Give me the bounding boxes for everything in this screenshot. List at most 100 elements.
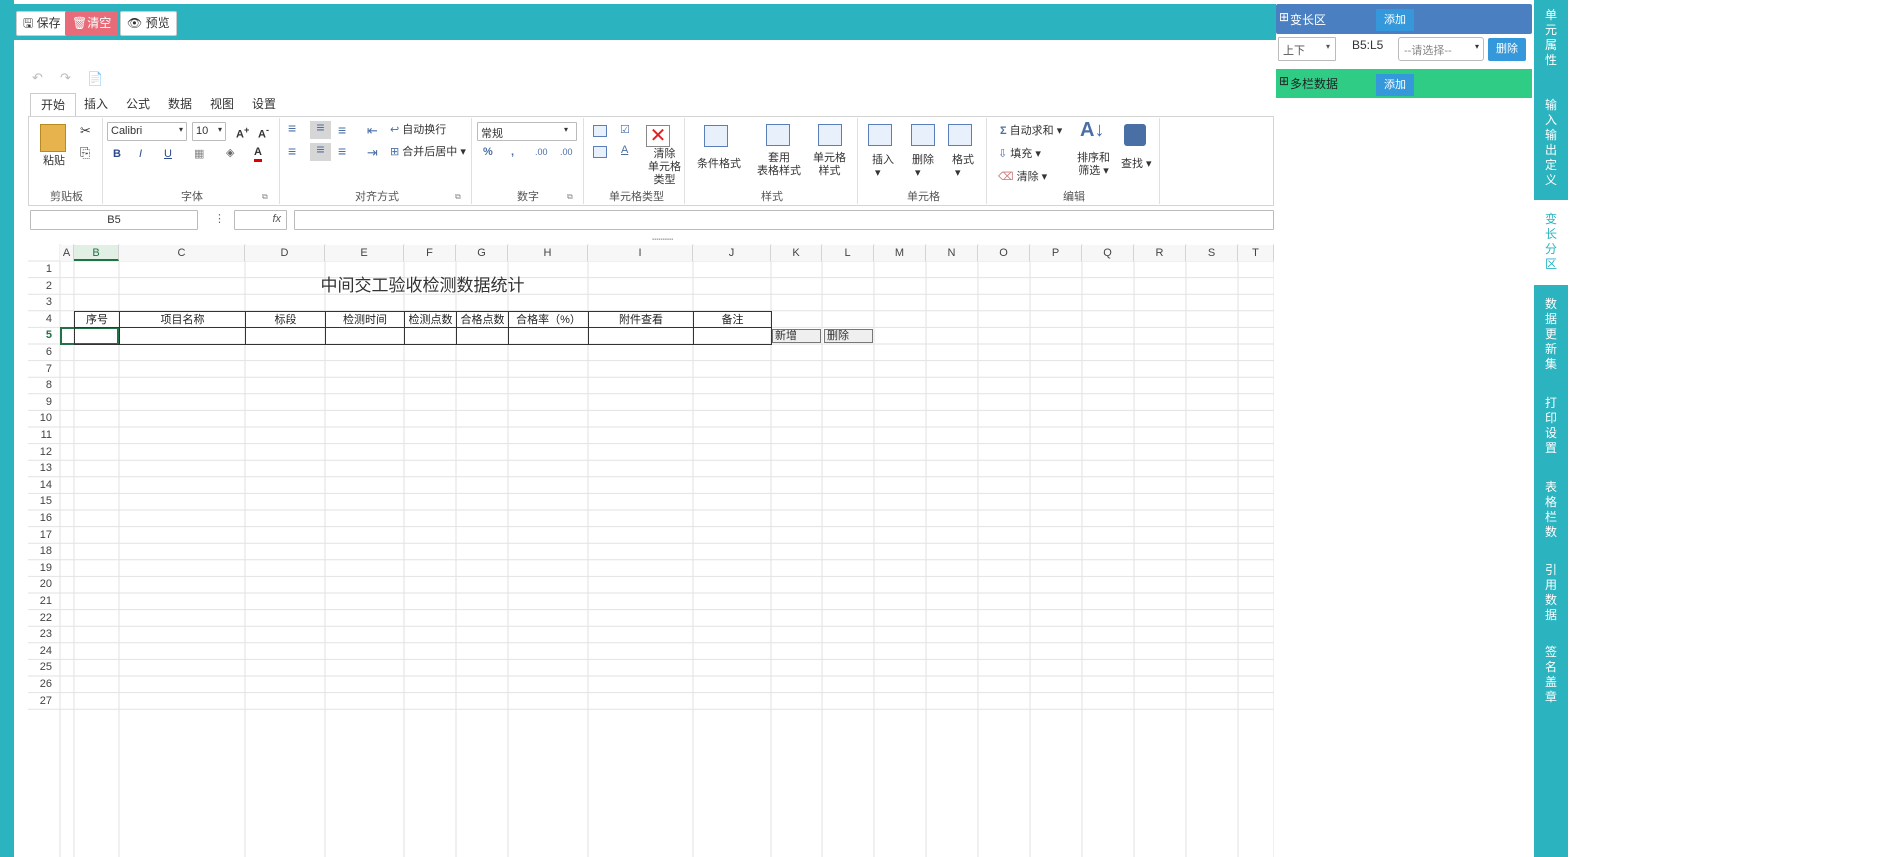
table-data-cell[interactable] <box>588 327 694 345</box>
column-header-j[interactable]: J <box>693 245 771 261</box>
side-tab-signature[interactable]: 签名盖章 <box>1534 637 1568 717</box>
increase-decimal-icon[interactable]: .00 <box>535 146 548 159</box>
row-header-3[interactable]: 3 <box>28 294 60 311</box>
column-header-d[interactable]: D <box>245 245 325 261</box>
column-header-i[interactable]: I <box>588 245 693 261</box>
fx-button[interactable]: fx <box>234 210 287 230</box>
increase-font-icon[interactable]: A+ <box>236 124 249 142</box>
autosum-button[interactable]: Σ 自动求和 ▾ <box>1000 125 1062 138</box>
redo-icon[interactable]: ↷ <box>60 70 71 86</box>
column-header-o[interactable]: O <box>978 245 1030 261</box>
expand-icon[interactable]: ⊞ <box>1279 10 1289 24</box>
sort-filter-icon[interactable]: A↓ <box>1080 120 1104 140</box>
table-data-cell[interactable] <box>74 327 120 345</box>
row-header-8[interactable]: 8 <box>28 377 60 394</box>
new-sheet-icon[interactable]: 📄 <box>87 71 103 87</box>
row-header-13[interactable]: 13 <box>28 460 60 477</box>
row-header-10[interactable]: 10 <box>28 410 60 427</box>
table-header-cell[interactable]: 检测点数 <box>404 310 457 329</box>
table-header-cell[interactable]: 备注 <box>693 310 772 329</box>
row-header-9[interactable]: 9 <box>28 394 60 411</box>
insert-cells-icon[interactable] <box>868 124 892 146</box>
format-cells-icon[interactable] <box>948 124 972 146</box>
decrease-font-icon[interactable]: A- <box>258 124 269 142</box>
row-header-4[interactable]: 4 <box>28 311 60 328</box>
column-header-t[interactable]: T <box>1238 245 1274 261</box>
find-button[interactable]: 查找 ▾ <box>1121 158 1152 171</box>
column-header-h[interactable]: H <box>508 245 588 261</box>
align-center-icon[interactable]: ≡ <box>310 142 331 161</box>
fill-button[interactable]: ⇩ 填充 ▾ <box>998 148 1041 161</box>
row-header-20[interactable]: 20 <box>28 576 60 593</box>
dialog-launcher-icon[interactable]: ⧉ <box>455 190 461 203</box>
row-header-23[interactable]: 23 <box>28 626 60 643</box>
dialog-launcher-icon[interactable]: ⧉ <box>567 190 573 203</box>
tab-insert[interactable]: 插入 <box>74 93 118 117</box>
side-tab-variable-partition[interactable]: 变长分区 <box>1534 204 1568 284</box>
side-tab-data-update[interactable]: 数据更新集 <box>1534 289 1568 379</box>
italic-icon[interactable]: I <box>139 148 142 161</box>
column-header-q[interactable]: Q <box>1082 245 1134 261</box>
add-row-button[interactable]: 新增 <box>772 329 821 343</box>
checkbox-celltype-icon[interactable]: ☑ <box>620 124 630 137</box>
name-box[interactable]: B5 <box>30 210 198 230</box>
table-header-cell[interactable]: 检测时间 <box>325 310 405 329</box>
row-header-14[interactable]: 14 <box>28 477 60 494</box>
comma-icon[interactable]: , <box>511 146 514 159</box>
table-data-cell[interactable] <box>119 327 246 345</box>
table-style-button[interactable]: 套用 表格样式 <box>757 152 801 178</box>
outdent-icon[interactable]: ⇥ <box>367 146 378 159</box>
undo-icon[interactable]: ↶ <box>32 70 43 86</box>
row-header-11[interactable]: 11 <box>28 427 60 444</box>
wrap-text-button[interactable]: ↩ 自动换行 <box>390 124 446 137</box>
column-header-m[interactable]: M <box>874 245 926 261</box>
column-header-f[interactable]: F <box>404 245 456 261</box>
side-tab-io-definition[interactable]: 输入输出定义 <box>1534 90 1568 200</box>
table-header-cell[interactable]: 项目名称 <box>119 310 246 329</box>
column-header-r[interactable]: R <box>1134 245 1186 261</box>
row-header-2[interactable]: 2 <box>28 278 60 295</box>
cell-style-button[interactable]: 单元格 样式 <box>813 152 846 178</box>
table-header-cell[interactable]: 合格点数 <box>456 310 509 329</box>
row-header-16[interactable]: 16 <box>28 510 60 527</box>
row-header-27[interactable]: 27 <box>28 693 60 710</box>
align-right-icon[interactable]: ≡ <box>338 144 346 158</box>
side-tab-reference-data[interactable]: 引用数据 <box>1534 555 1568 635</box>
side-tab-print-settings[interactable]: 打印设置 <box>1534 388 1568 468</box>
combobox-celltype-icon[interactable] <box>593 146 607 158</box>
number-format-select[interactable]: 常规 ▾ <box>477 122 577 141</box>
indent-icon[interactable]: ⇤ <box>367 124 378 137</box>
cut-icon[interactable]: ✂ <box>80 124 91 137</box>
bold-icon[interactable]: B <box>113 148 121 161</box>
delete-cells-icon[interactable] <box>911 124 935 146</box>
conditional-format-button[interactable]: 条件格式 <box>697 158 741 171</box>
table-data-cell[interactable] <box>325 327 405 345</box>
table-data-cell[interactable] <box>693 327 772 345</box>
column-header-a[interactable]: A <box>60 245 74 261</box>
table-style-icon[interactable] <box>766 124 790 146</box>
conditional-format-icon[interactable] <box>704 125 728 147</box>
clear-celltype-icon[interactable]: ✕ <box>646 125 670 147</box>
clear-button[interactable]: 🗑清空 <box>65 11 119 36</box>
row-header-25[interactable]: 25 <box>28 659 60 676</box>
align-bottom-icon[interactable]: ≡ <box>338 123 346 137</box>
percent-icon[interactable]: % <box>483 146 493 159</box>
underline-icon[interactable]: U <box>164 148 172 161</box>
row-header-6[interactable]: 6 <box>28 344 60 361</box>
tab-settings[interactable]: 设置 <box>242 93 286 117</box>
table-header-cell[interactable]: 标段 <box>245 310 326 329</box>
clear-celltype-button[interactable]: 清除 单元格 类型 <box>648 148 681 187</box>
add-multi-column-button[interactable]: 添加 <box>1376 74 1414 96</box>
tab-home[interactable]: 开始 <box>30 93 77 117</box>
add-variable-area-button[interactable]: 添加 <box>1376 9 1414 31</box>
side-tab-table-columns[interactable]: 表格栏数 <box>1534 472 1568 552</box>
column-header-s[interactable]: S <box>1186 245 1238 261</box>
table-data-cell[interactable] <box>508 327 589 345</box>
dataset-select[interactable]: --请选择-- ▾ <box>1398 37 1484 61</box>
hyperlink-celltype-icon[interactable]: A <box>621 144 628 157</box>
column-header-g[interactable]: G <box>456 245 508 261</box>
font-name-select[interactable]: Calibri ▾ <box>107 122 187 141</box>
fill-color-icon[interactable]: ◈ <box>226 147 234 160</box>
merge-center-button[interactable]: ⊞ 合并后居中 ▾ <box>390 146 466 159</box>
dialog-launcher-icon[interactable]: ⧉ <box>262 190 268 203</box>
